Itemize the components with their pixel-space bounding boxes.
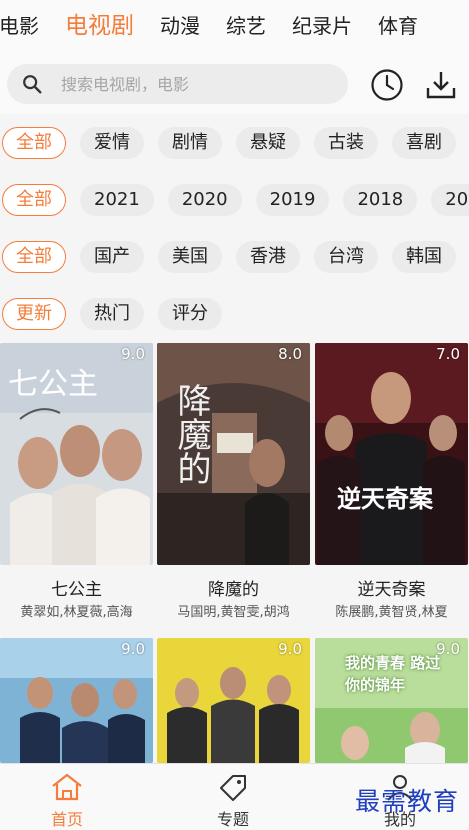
- score-badge: 8.0: [278, 345, 302, 363]
- tab-movies[interactable]: 电影: [0, 0, 52, 52]
- tab-variety[interactable]: 综艺: [213, 0, 279, 52]
- chip-genre[interactable]: 喜剧: [392, 126, 456, 159]
- search-input[interactable]: [59, 73, 348, 95]
- chip-year[interactable]: 201: [431, 183, 469, 216]
- chip-genre[interactable]: 悬疑: [236, 126, 300, 159]
- chip-region[interactable]: 香港: [236, 240, 300, 273]
- nav-home-label: 首页: [50, 810, 83, 829]
- tab-sports[interactable]: 体育: [365, 0, 431, 52]
- show-poster[interactable]: 9.0: [0, 638, 153, 763]
- show-poster[interactable]: 9.0: [157, 638, 310, 763]
- show-cast: 黄翠如,林夏薇,高海: [20, 605, 133, 620]
- tab-documentary[interactable]: 纪录片: [279, 0, 365, 52]
- chip-year[interactable]: 2019: [255, 183, 330, 216]
- search-box[interactable]: [7, 64, 348, 104]
- region-filter-row: 全部 国产 美国 香港 台湾 韩国: [0, 228, 469, 285]
- chip-genre[interactable]: 剧情: [158, 126, 222, 159]
- show-title: 七公主: [51, 580, 102, 600]
- chip-genre-all[interactable]: 全部: [2, 126, 66, 159]
- poster-title-art: 我的青春 路过你的锦年: [345, 654, 441, 694]
- chip-genre[interactable]: 爱情: [80, 126, 144, 159]
- show-cast: 陈展鹏,黄智贤,林夏: [335, 605, 448, 620]
- tab-tv-series[interactable]: 电视剧: [52, 0, 147, 52]
- tab-anime[interactable]: 动漫: [147, 0, 213, 52]
- chip-year[interactable]: 2020: [167, 183, 242, 216]
- chip-genre[interactable]: 古装: [314, 126, 378, 159]
- nav-home[interactable]: 首页: [12, 764, 122, 830]
- show-cast: 马国明,黄智雯,胡鸿: [177, 605, 290, 620]
- chip-year[interactable]: 2021: [80, 183, 154, 216]
- show-poster[interactable]: 七公主 9.0: [0, 343, 153, 565]
- score-badge: 9.0: [121, 345, 145, 363]
- score-badge: 9.0: [436, 640, 460, 658]
- chip-region[interactable]: 台湾: [314, 240, 378, 273]
- download-icon[interactable]: [424, 68, 458, 102]
- home-icon: [52, 773, 82, 801]
- search-icon: [23, 75, 42, 94]
- search-bar-row: [0, 52, 469, 114]
- chip-sort-popular[interactable]: 热门: [80, 297, 144, 330]
- show-title: 逆天奇案: [357, 580, 426, 600]
- show-poster[interactable]: 我的青春 路过你的锦年 9.0: [315, 638, 468, 763]
- watermark-text: 最需教育: [354, 787, 459, 816]
- tag-icon: [220, 775, 246, 801]
- nav-topics-label: 专题: [216, 810, 249, 829]
- chip-region-all[interactable]: 全部: [2, 240, 66, 273]
- poster-image: [315, 343, 468, 565]
- poster-title-art: 逆天奇案: [337, 484, 433, 513]
- poster-title-art: 降魔的: [171, 383, 211, 485]
- chip-sort-latest[interactable]: 更新: [2, 297, 66, 330]
- filter-panel: 全部 爱情 剧情 悬疑 古装 喜剧 全部 2021 2020 2019 2018…: [0, 114, 469, 342]
- score-badge: 7.0: [436, 345, 460, 363]
- chip-region[interactable]: 国产: [80, 240, 144, 273]
- chip-region[interactable]: 美国: [158, 240, 222, 273]
- chip-sort-rating[interactable]: 评分: [158, 297, 222, 330]
- sort-filter-row: 更新 热门 评分: [0, 285, 469, 342]
- chip-year-all[interactable]: 全部: [2, 183, 66, 216]
- poster-title-art: 七公主: [8, 367, 98, 402]
- show-poster[interactable]: 降魔的 8.0: [157, 343, 310, 565]
- nav-topics[interactable]: 专题: [178, 764, 288, 830]
- genre-filter-row: 全部 爱情 剧情 悬疑 古装 喜剧: [0, 114, 469, 171]
- score-badge: 9.0: [121, 640, 145, 658]
- history-clock-icon[interactable]: [370, 68, 404, 102]
- show-poster[interactable]: 逆天奇案 7.0: [315, 343, 468, 565]
- chip-year[interactable]: 2018: [343, 183, 418, 216]
- chip-region[interactable]: 韩国: [392, 240, 456, 273]
- category-tabs: 电影 电视剧 动漫 综艺 纪录片 体育: [0, 0, 469, 52]
- score-badge: 9.0: [278, 640, 302, 658]
- year-filter-row: 全部 2021 2020 2019 2018 201: [0, 171, 469, 228]
- show-title: 降魔的: [208, 580, 259, 600]
